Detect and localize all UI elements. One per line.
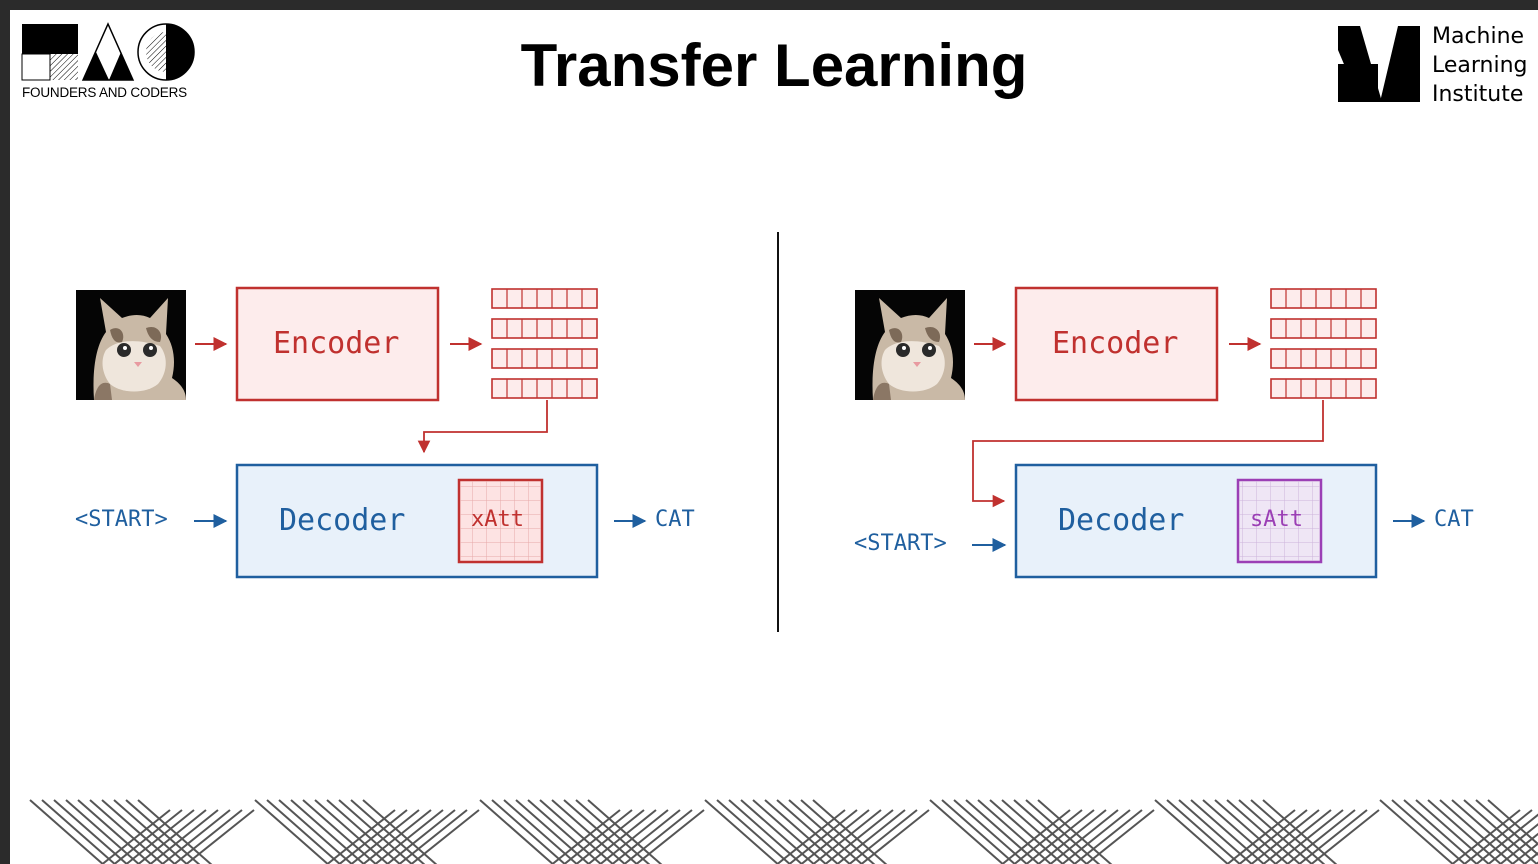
slide: FOUNDERS AND CODERS Transfer Learning Ma… <box>10 10 1538 864</box>
output-token-right: CAT <box>1434 507 1474 532</box>
embedding-vector <box>491 318 598 339</box>
start-token-left: <START> <box>75 507 168 532</box>
embedding-vector <box>491 288 598 309</box>
diagram-graphics <box>76 286 1426 579</box>
embedding-vector <box>491 348 598 369</box>
embedding-vector <box>1270 378 1377 399</box>
encoder-label-left: Encoder <box>273 326 400 361</box>
cat-image-left <box>76 290 186 400</box>
xatt-label: xAtt <box>471 507 524 532</box>
decoder-label-left: Decoder <box>279 503 406 538</box>
embedding-grid-right <box>1270 288 1377 399</box>
embedding-vector <box>1270 318 1377 339</box>
embedding-vector <box>491 378 598 399</box>
embedding-grid-left <box>491 288 598 399</box>
cat-image-right <box>855 290 965 400</box>
satt-label: sAtt <box>1250 507 1303 532</box>
embedding-vector <box>1270 288 1377 309</box>
encoder-label-right: Encoder <box>1052 326 1179 361</box>
output-token-left: CAT <box>655 507 695 532</box>
arrow-embeddings-to-decoder-left <box>417 400 548 454</box>
decoder-label-right: Decoder <box>1058 503 1185 538</box>
start-token-right: <START> <box>854 531 947 556</box>
embedding-vector <box>1270 348 1377 369</box>
